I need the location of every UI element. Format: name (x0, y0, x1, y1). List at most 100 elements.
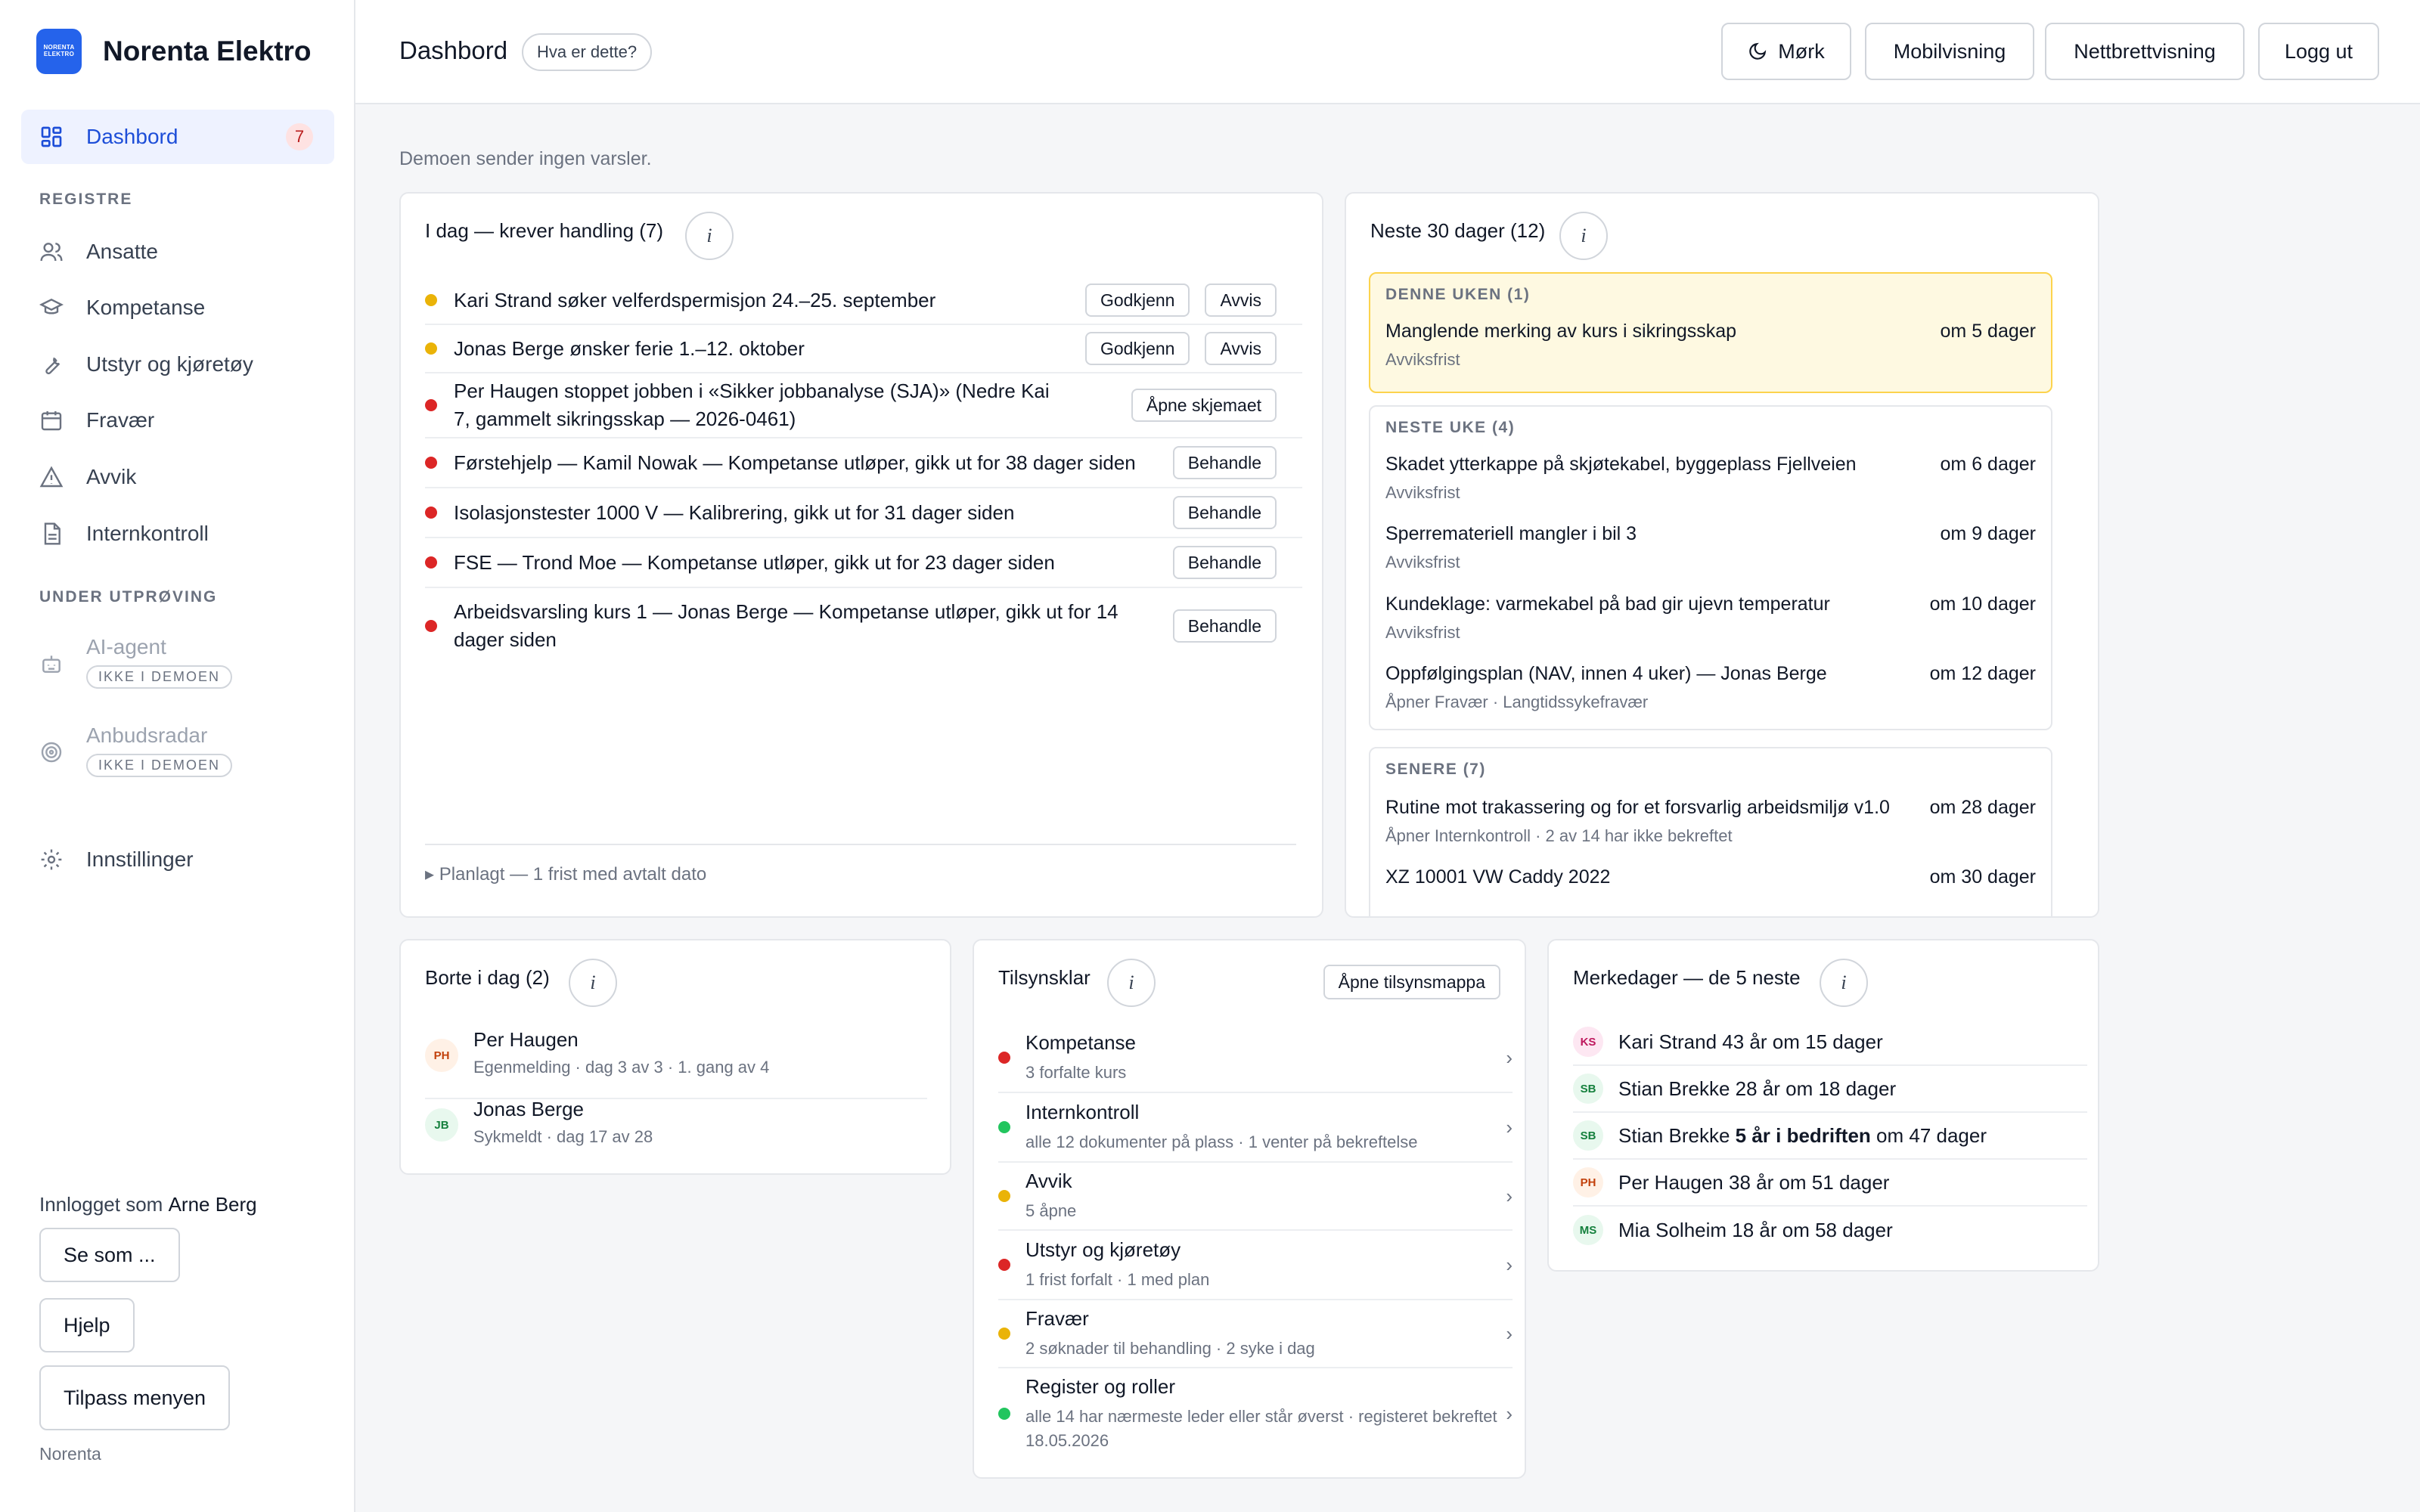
nav-section-registers: REGISTRE (39, 191, 133, 208)
anniversary-row: SB Stian Brekke 5 år i bedriften om 47 d… (1573, 1113, 2087, 1160)
task-row: Kari Strand søker velferdspermisjon 24.–… (425, 277, 1302, 325)
group-next-week: NESTE UKE (4) Skadet ytterkappe på skjøt… (1369, 405, 2052, 730)
deadline-item[interactable]: Oppfølgingsplan (NAV, innen 4 uker) — Jo… (1385, 663, 2036, 712)
warning-triangle-icon (39, 466, 64, 488)
deadline-sub: Åpner Internkontroll · 2 av 14 har ikke … (1385, 826, 1733, 845)
sidebar-item-label: Innstillinger (86, 847, 194, 871)
inspection-row[interactable]: Fravær 2 søknader til behandling · 2 syke… (998, 1300, 1512, 1368)
anniversary-text: om 47 dager (1870, 1123, 1987, 1147)
sidebar-item-dashboard[interactable]: Dashbord 7 (21, 110, 334, 164)
info-button[interactable]: i (685, 212, 734, 260)
handle-button[interactable]: Behandle (1172, 446, 1277, 479)
open-form-button[interactable]: Åpne skjemaet (1131, 389, 1277, 422)
chevron-right-icon: › (1506, 1184, 1512, 1207)
anniversary-row: PH Per Haugen 38 år om 51 dager (1573, 1160, 2087, 1207)
notification-badge: 7 (286, 123, 313, 150)
absence-detail: Egenmelding · dag 3 av 3 · 1. gang av 4 (473, 1058, 770, 1077)
deadline-when: om 9 dager (1940, 523, 2036, 544)
approve-button[interactable]: Godkjenn (1084, 284, 1190, 317)
info-button[interactable]: i (569, 959, 617, 1007)
anniversary-row: MS Mia Solheim 18 år om 58 dager (1573, 1207, 2087, 1253)
absent-person[interactable]: JB Jonas Berge Sykmeldt · dag 17 av 28 (425, 1098, 927, 1147)
what-is-this-button[interactable]: Hva er dette? (522, 33, 653, 71)
inspection-row[interactable]: Kompetanse 3 forfalte kurs › (998, 1024, 1512, 1093)
handle-button[interactable]: Behandle (1172, 496, 1277, 529)
sidebar-item-label: Avvik (86, 465, 137, 488)
logout-button[interactable]: Logg ut (2258, 23, 2379, 80)
sidebar-item-label: Internkontroll (86, 522, 209, 545)
sidebar-item-ansatte[interactable]: Ansatte (21, 225, 334, 279)
dark-mode-button[interactable]: Mørk (1721, 23, 1851, 80)
sidebar-item-settings[interactable]: Innstillinger (21, 832, 334, 887)
sidebar-item-label: Kompetanse (86, 296, 206, 319)
handle-button[interactable]: Behandle (1172, 546, 1277, 579)
deadline-item[interactable]: Rutine mot trakassering og for et forsva… (1385, 797, 2036, 846)
open-inspection-folder-button[interactable]: Åpne tilsynsmappa (1323, 965, 1500, 999)
sidebar-item-internkontroll[interactable]: Internkontroll (21, 507, 334, 561)
deadline-sub: Avviksfrist (1385, 623, 1460, 642)
inspection-row[interactable]: Utstyr og kjøretøy 1 frist forfalt · 1 me… (998, 1231, 1512, 1300)
anniversary-text: Stian Brekke 28 år om 18 dager (1618, 1077, 1897, 1100)
deadline-text: Rutine mot trakassering og for et forsva… (1385, 797, 1890, 818)
sidebar-item-utstyr[interactable]: Utstyr og kjøretøy (21, 337, 334, 392)
deadline-item[interactable]: Manglende merking av kurs i sikringsskap… (1385, 321, 2036, 370)
card-title: Tilsynsklar (998, 966, 1091, 989)
status-dot (425, 342, 437, 355)
info-button[interactable]: i (1820, 959, 1868, 1007)
task-row: FSE — Trond Moe — Kompetanse utløper, gi… (425, 538, 1302, 588)
deadline-item[interactable]: Sperremateriell mangler i bil 3 om 9 dage… (1385, 523, 2036, 572)
task-text: Isolasjonstester 1000 V — Kalibrering, g… (454, 500, 1015, 524)
mobile-view-button[interactable]: Mobilvisning (1865, 23, 2034, 80)
tablet-view-button[interactable]: Nettbrettvisning (2045, 23, 2245, 80)
inspection-title: Kompetanse (1025, 1030, 1136, 1054)
deadline-when: om 28 dager (1929, 797, 2036, 818)
chevron-right-icon: › (1506, 1321, 1512, 1345)
task-text: FSE — Trond Moe — Kompetanse utløper, gi… (454, 550, 1055, 574)
logged-in-info: Innlogget som Arne Berg (39, 1193, 257, 1216)
brand[interactable]: NORENTA ELEKTRO Norenta Elektro (36, 29, 312, 74)
absent-person[interactable]: PH Per Haugen Egenmelding · dag 3 av 3 · … (425, 1028, 927, 1099)
inspection-status: 3 forfalte kurs (1025, 1062, 1127, 1082)
reject-button[interactable]: Avvis (1205, 284, 1277, 317)
robot-icon (42, 655, 60, 673)
status-dot (998, 1259, 1010, 1271)
sidebar-item-label: Anbudsradar (86, 723, 208, 747)
deadline-item[interactable]: XZ 10001 VW Caddy 2022 om 30 dager (1385, 866, 2036, 888)
not-in-demo-badge: IKKE I DEMOEN (86, 754, 233, 777)
card-title: Merkedager — de 5 neste (1573, 966, 1801, 989)
customize-menu-button[interactable]: Tilpass menyen (39, 1365, 231, 1430)
sidebar-item-fravaer[interactable]: Fravær (21, 393, 334, 448)
anniversary-highlight: 5 år i bedriften (1735, 1123, 1871, 1147)
sidebar-item-label: Fravær (86, 408, 155, 432)
planned-toggle[interactable]: ▸ Planlagt — 1 frist med avtalt dato (425, 844, 1296, 885)
deadline-item[interactable]: Kundeklage: varmekabel på bad gir ujevn … (1385, 593, 2036, 643)
help-button[interactable]: Hjelp (39, 1298, 135, 1352)
deadline-text: XZ 10001 VW Caddy 2022 (1385, 866, 1611, 888)
chevron-right-icon: › (1506, 1253, 1512, 1276)
task-row: Isolasjonstester 1000 V — Kalibrering, g… (425, 488, 1302, 538)
inspection-row[interactable]: Register og roller alle 14 har nærmeste l… (998, 1368, 1512, 1459)
card-title: I dag — krever handling (7) (425, 219, 664, 242)
sidebar-item-kompetanse[interactable]: Kompetanse (21, 280, 334, 335)
sidebar-item-avvik[interactable]: Avvik (21, 450, 334, 504)
deadline-sub: Avviksfrist (1385, 553, 1460, 572)
inspection-row[interactable]: Avvik 5 åpne › (998, 1163, 1512, 1231)
handle-button[interactable]: Behandle (1172, 609, 1277, 643)
inspection-row[interactable]: Internkontroll alle 12 dokumenter på plas… (998, 1093, 1512, 1163)
organization-name: Norenta (39, 1444, 101, 1464)
approve-button[interactable]: Godkjenn (1084, 332, 1190, 365)
status-dot (998, 1190, 1010, 1202)
avatar: MS (1573, 1215, 1603, 1245)
sidebar-item-anbudsradar[interactable]: Anbudsradar IKKE I DEMOEN (39, 723, 233, 777)
info-button[interactable]: i (1559, 212, 1608, 260)
view-as-button[interactable]: Se som ... (39, 1228, 180, 1282)
page-title: Dashbord (399, 36, 508, 64)
info-button[interactable]: i (1107, 959, 1156, 1007)
anniversary-text: Stian Brekke (1618, 1123, 1736, 1147)
reject-button[interactable]: Avvis (1205, 332, 1277, 365)
deadline-item[interactable]: Skadet ytterkappe på skjøtekabel, byggep… (1385, 454, 2036, 503)
sidebar-item-ai-agent[interactable]: AI-agent IKKE I DEMOEN (39, 635, 233, 689)
status-dot (998, 1328, 1010, 1340)
deadline-text: Oppfølgingsplan (NAV, innen 4 uker) — Jo… (1385, 663, 1827, 684)
deadline-when: om 5 dager (1940, 321, 2036, 342)
